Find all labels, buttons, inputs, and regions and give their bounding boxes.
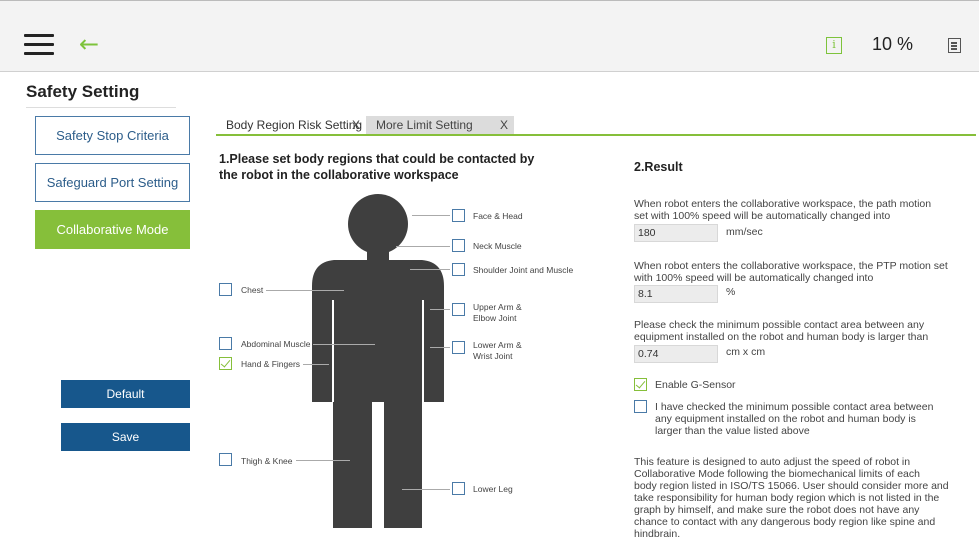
shoulder-joint-label: Shoulder Joint and Muscle — [473, 265, 574, 275]
ptp-speed-field[interactable] — [634, 285, 718, 303]
divider — [26, 107, 176, 108]
contact-area-unit: cm x cm — [726, 346, 766, 358]
tab-more-limit-setting[interactable]: More Limit Setting — [366, 116, 514, 134]
leader-line — [410, 269, 450, 270]
tab-body-region-risk-setting[interactable]: Body Region Risk Setting — [216, 116, 366, 134]
face-head-label: Face & Head — [473, 211, 523, 221]
contact-area-confirm-label: I have checked the minimum possible cont… — [655, 401, 933, 437]
leader-line — [402, 489, 450, 490]
ptp-motion-text: When robot enters the collaborative work… — [634, 260, 976, 284]
sidebar-item-safety-stop-criteria[interactable]: Safety Stop Criteria — [35, 116, 190, 155]
text-line: with 100% speed will be automatically ch… — [634, 272, 874, 284]
back-arrow-icon[interactable]: ← — [79, 32, 99, 56]
path-speed-field[interactable] — [634, 224, 718, 242]
sidebar-item-safeguard-port-setting[interactable]: Safeguard Port Setting — [35, 163, 190, 202]
body-regions-heading: 1.Please set body regions that could be … — [219, 151, 534, 183]
text-line: When robot enters the collaborative work… — [634, 198, 932, 210]
page-title: Safety Setting — [26, 82, 140, 101]
tab-label: Body Region Risk Setting — [226, 118, 363, 132]
speed-readout[interactable]: 10 % — [872, 34, 913, 55]
neck-muscle-label: Neck Muscle — [473, 241, 522, 251]
leader-line — [266, 290, 344, 291]
text-line: chance to contact with any dangerous bod… — [634, 516, 936, 528]
text-line: any equipment installed on the robot and… — [655, 413, 916, 425]
neck-muscle-checkbox[interactable] — [452, 239, 465, 252]
top-bar: ← i 10 % — [0, 0, 979, 72]
contact-area-confirm-checkbox[interactable] — [634, 400, 647, 413]
text-line: set with 100% speed will be automaticall… — [634, 210, 891, 222]
upper-arm-elbow-checkbox[interactable] — [452, 303, 465, 316]
leader-line — [430, 347, 450, 348]
lower-arm-wrist-checkbox[interactable] — [452, 341, 465, 354]
label-line: Elbow Joint — [473, 313, 517, 323]
tab-label: More Limit Setting — [376, 118, 473, 132]
ptp-speed-unit: % — [726, 286, 736, 298]
sidebar-item-collaborative-mode[interactable]: Collaborative Mode — [35, 210, 190, 249]
label-line: Upper Arm & — [473, 302, 522, 312]
path-motion-text: When robot enters the collaborative work… — [634, 198, 976, 222]
text-line: Collaborative Mode following the biomech… — [634, 468, 920, 480]
text-line: hindbrain. — [634, 528, 681, 540]
heading-line: the robot in the collaborative workspace — [219, 168, 459, 182]
text-line: larger than the value listed above — [655, 425, 810, 437]
shoulder-joint-checkbox[interactable] — [452, 263, 465, 276]
leader-line — [313, 344, 375, 345]
speed-panel-icon[interactable] — [948, 38, 961, 53]
save-button[interactable]: Save — [61, 423, 190, 451]
lower-leg-label: Lower Leg — [473, 484, 513, 494]
close-tab-more-limit-icon[interactable]: X — [500, 116, 508, 134]
abdominal-muscle-label: Abdominal Muscle — [241, 339, 311, 349]
leader-line — [296, 460, 350, 461]
text-line: graph by himself, and make sure the robo… — [634, 504, 920, 516]
chest-label: Chest — [241, 285, 264, 295]
text-line: I have checked the minimum possible cont… — [655, 401, 934, 413]
abdominal-muscle-checkbox[interactable] — [219, 337, 232, 350]
info-icon[interactable]: i — [826, 37, 842, 54]
leader-line — [412, 215, 450, 216]
human-body-figure — [312, 194, 444, 528]
contact-area-field[interactable] — [634, 345, 718, 363]
iso-note: This feature is designed to auto adjust … — [634, 456, 976, 540]
path-speed-unit: mm/sec — [726, 226, 763, 238]
text-line: This feature is designed to auto adjust … — [634, 456, 911, 468]
leader-line — [430, 309, 450, 310]
result-heading: 2.Result — [634, 160, 683, 174]
lower-leg-checkbox[interactable] — [452, 482, 465, 495]
menu-icon[interactable] — [24, 34, 54, 56]
lower-arm-wrist-label: Lower Arm & Wrist Joint — [473, 340, 522, 362]
label-line: Wrist Joint — [473, 351, 513, 361]
contact-area-text: Please check the minimum possible contac… — [634, 319, 976, 343]
default-button[interactable]: Default — [61, 380, 190, 408]
leader-line — [303, 364, 329, 365]
text-line: When robot enters the collaborative work… — [634, 260, 948, 272]
thigh-knee-label: Thigh & Knee — [241, 456, 293, 466]
g-sensor-label: Enable G-Sensor — [655, 379, 736, 391]
hand-fingers-checkbox[interactable] — [219, 357, 232, 370]
text-line: Please check the minimum possible contac… — [634, 319, 925, 331]
upper-arm-elbow-label: Upper Arm & Elbow Joint — [473, 302, 522, 324]
hand-fingers-label: Hand & Fingers — [241, 359, 301, 369]
heading-line: 1.Please set body regions that could be … — [219, 152, 535, 166]
chest-checkbox[interactable] — [219, 283, 232, 296]
close-tab-body-region-icon[interactable]: X — [352, 116, 360, 134]
text-line: take responsibility for human body regio… — [634, 492, 940, 504]
face-head-checkbox[interactable] — [452, 209, 465, 222]
text-line: equipment installed on the robot and hum… — [634, 331, 929, 343]
label-line: Lower Arm & — [473, 340, 522, 350]
tab-bar: Body Region Risk Setting X More Limit Se… — [216, 116, 976, 136]
g-sensor-checkbox[interactable] — [634, 378, 647, 391]
thigh-knee-checkbox[interactable] — [219, 453, 232, 466]
leader-line — [396, 246, 450, 247]
text-line: body region listed in ISO/TS 15066. User… — [634, 480, 949, 492]
